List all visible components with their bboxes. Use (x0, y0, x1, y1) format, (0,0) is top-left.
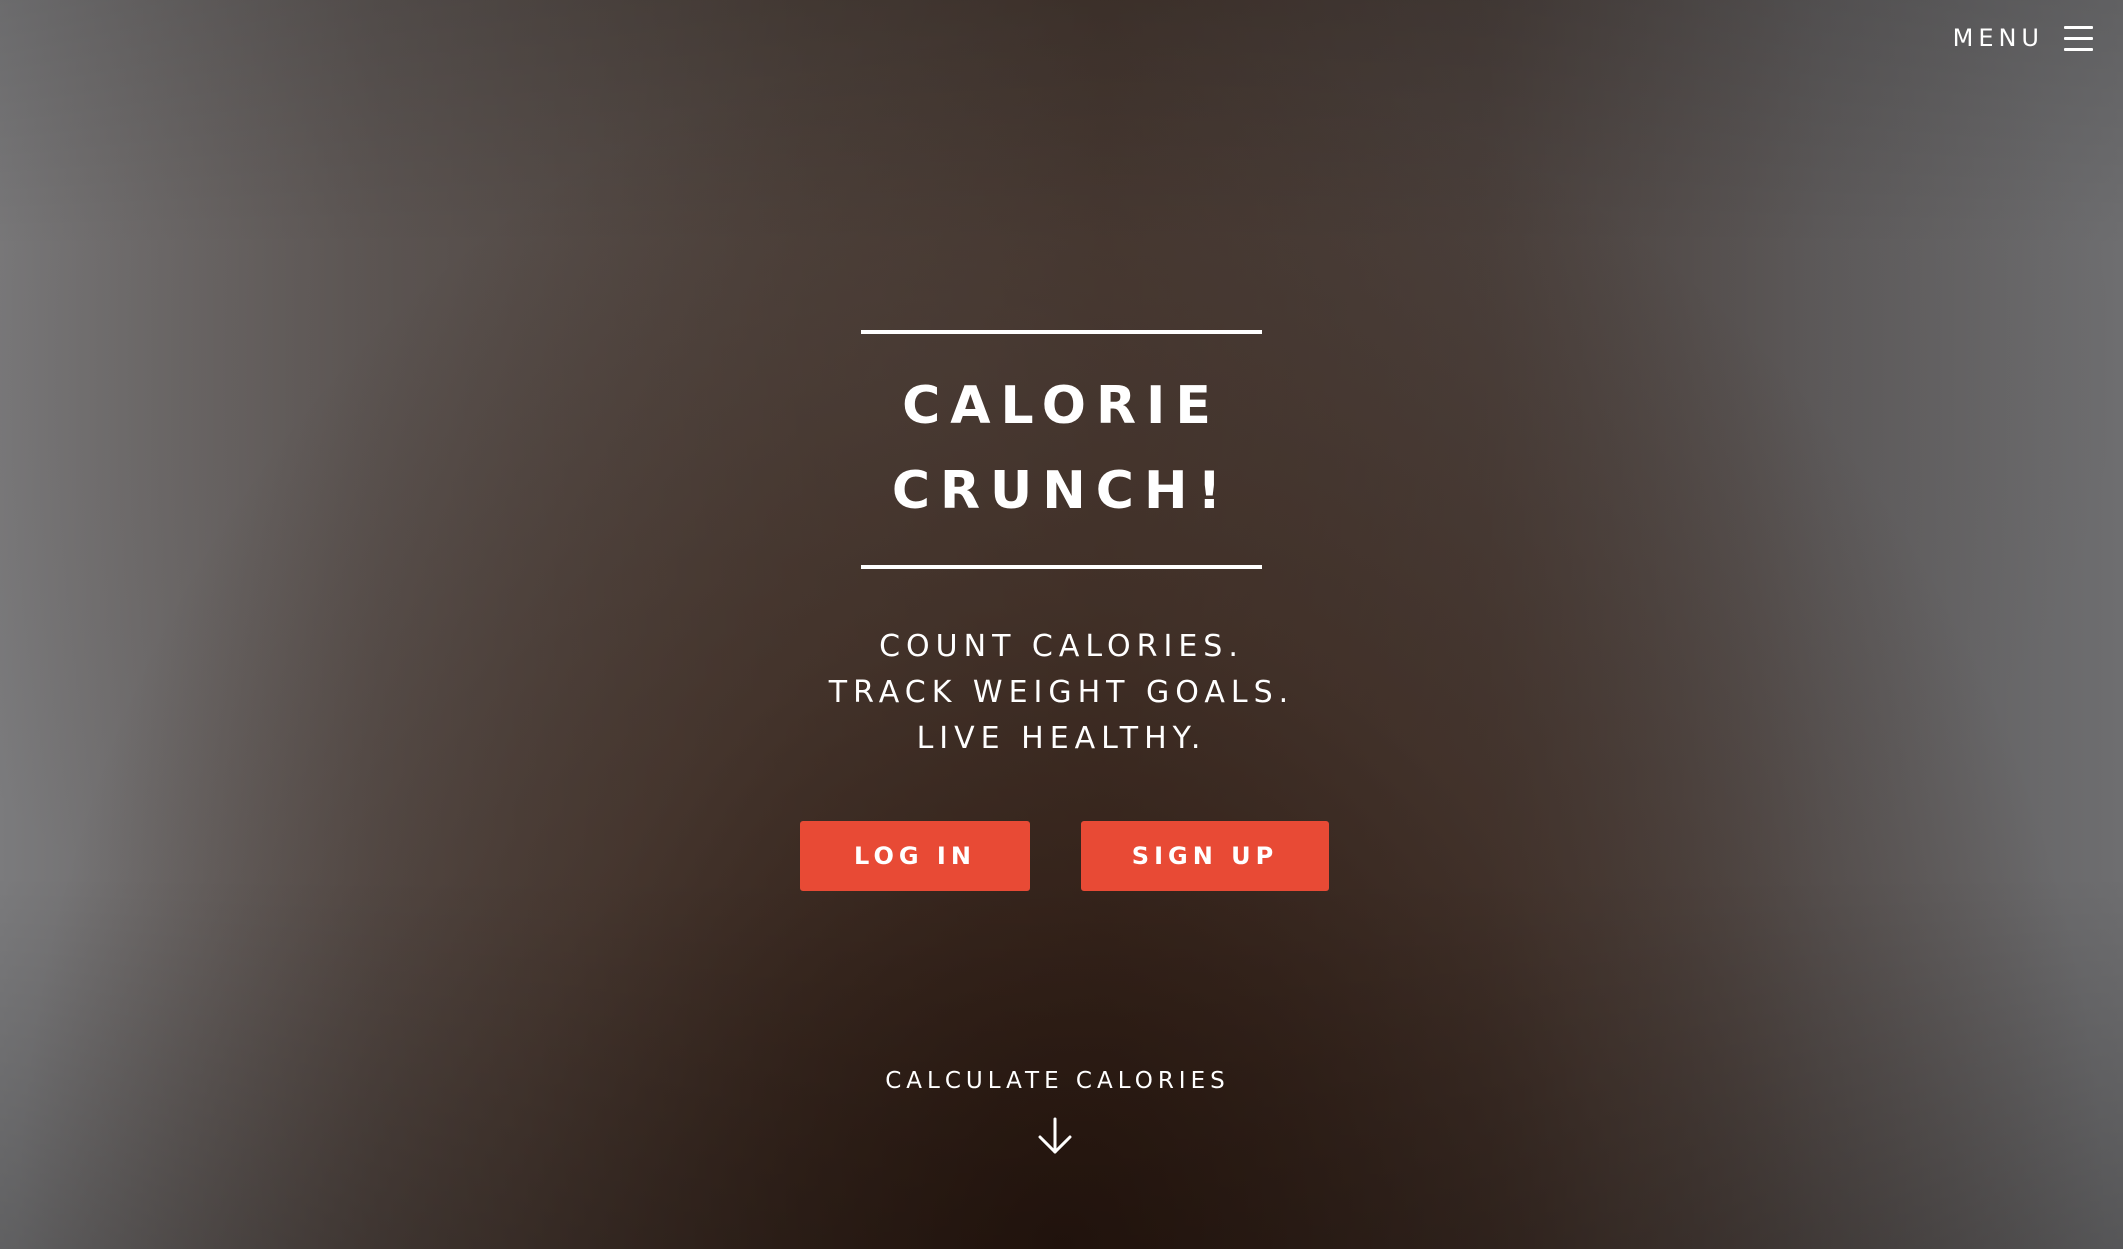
calculate-calories-label: CALCULATE CALORIES (885, 1068, 1230, 1094)
hamburger-menu-icon[interactable] (2064, 25, 2093, 51)
auth-buttons: LOG IN SIGN UP (0, 821, 2123, 891)
tagline-line: TRACK WEIGHT GOALS. (828, 675, 1295, 710)
title-line-2: CRUNCH! (891, 461, 1232, 521)
title-bottom-rule (861, 565, 1262, 569)
calculate-calories-link[interactable]: CALCULATE CALORIES (0, 1068, 2123, 1156)
menu-label: MENU (1952, 24, 2044, 52)
title-top-rule (861, 330, 1262, 334)
tagline-line: LIVE HEALTHY. (916, 721, 1207, 756)
log-in-button[interactable]: LOG IN (800, 821, 1030, 891)
tagline-line: COUNT CALORIES. (879, 629, 1244, 664)
hero-section: CALORIE CRUNCH! COUNT CALORIES. TRACK WE… (0, 330, 2123, 891)
tagline: COUNT CALORIES. TRACK WEIGHT GOALS. LIVE… (0, 624, 2123, 762)
page-title: CALORIE CRUNCH! (0, 364, 2123, 534)
title-line-1: CALORIE (902, 376, 1221, 436)
arrow-down-icon[interactable] (1035, 1116, 1075, 1156)
sign-up-button[interactable]: SIGN UP (1081, 821, 1329, 891)
menu-toggle[interactable]: MENU (1953, 24, 2093, 52)
